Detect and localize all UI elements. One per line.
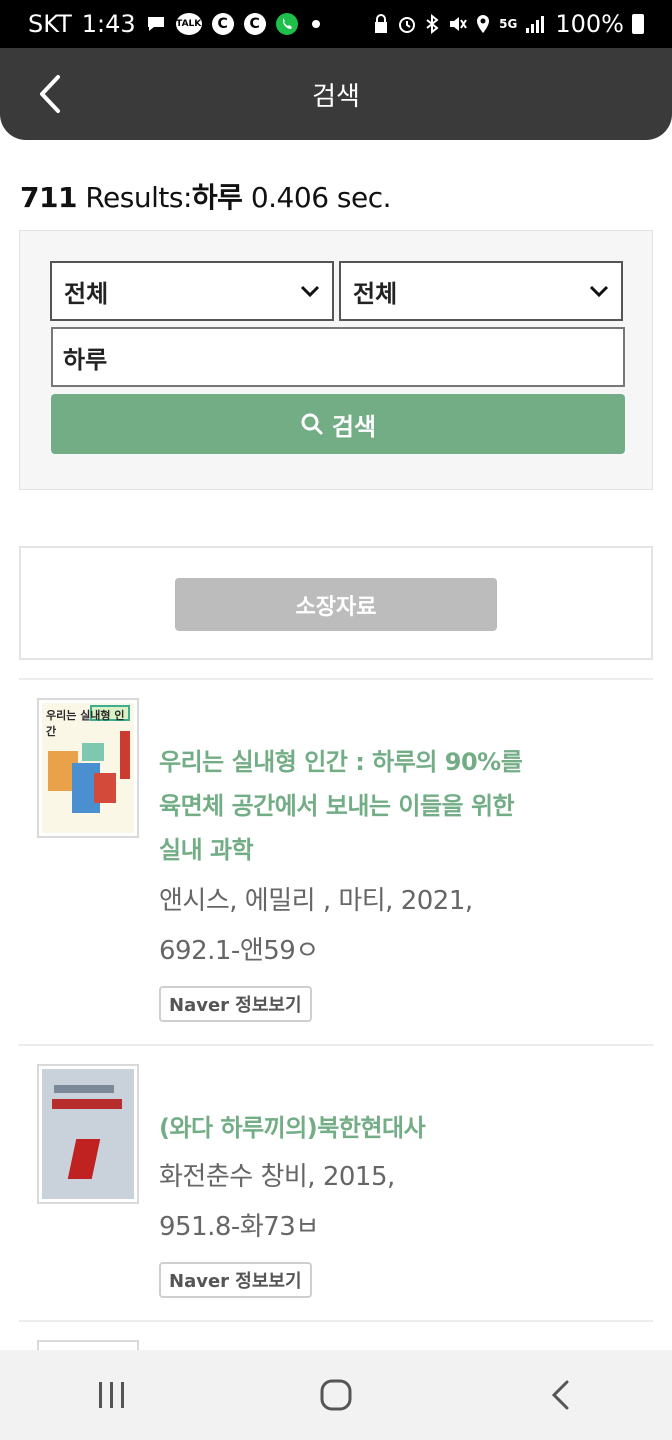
search-button[interactable]: 검색 [51,394,625,454]
home-button[interactable] [286,1355,386,1435]
page-title: 검색 [312,81,360,112]
book-author-line: 화전춘수 창비, 2015, [159,1162,395,1192]
location-icon [475,14,491,34]
more-notifications-icon [311,20,320,28]
search-button-label: 검색 [331,412,377,441]
book-author-line: 앤시스, 에밀리 , 마티, 2021, [159,886,473,916]
book-cover[interactable]: 우리는 실내형 인간 [37,698,139,838]
book-title-line: (와다 하루끼의)북한현대사 [159,1114,426,1142]
search-icon [301,413,323,435]
naver-info-button[interactable]: Naver 정보보기 [159,1262,312,1298]
book-title-line: 실내 과학 [159,836,254,864]
category-select-value: 전체 [64,279,109,308]
signal-icon [525,14,547,34]
bluetooth-icon [425,14,439,34]
battery-icon [632,14,644,34]
battery-percent: 100% [555,10,624,38]
result-count: 711 [20,181,77,214]
collection-button[interactable]: 소장자료 [175,578,497,631]
phone-call-icon [275,13,298,35]
book-cover-image: 우리는 실내형 인간 [42,703,134,833]
result-item[interactable]: 우리는 실내형 인간 우리는 실내형 인간 : 하루의 90%를 육면체 공간에… [19,680,653,1044]
query-text: 하루 [191,181,243,214]
chevron-left-icon [40,75,60,113]
book-callnumber: 951.8-화73ㅂ [159,1212,319,1242]
recent-apps-icon [99,1382,124,1408]
back-icon [551,1380,569,1410]
search-time: 0.406 sec. [250,181,392,214]
book-title-line: 우리는 실내형 인간 : 하루의 90%를 [159,748,523,776]
field-select[interactable]: 전체 [339,261,623,321]
book-title-link[interactable]: (와다 하루끼의)북한현대사 [159,1106,579,1150]
clock: 1:43 [81,10,136,38]
lock-icon [373,14,389,34]
book-meta: 앤시스, 에밀리 , 마티, 2021, 692.1-앤59ㅇ [159,876,619,976]
chevron-down-icon [589,285,609,298]
c-app-icon: C [211,13,234,35]
search-panel: 전체 전체 검색 [19,230,653,490]
book-title-line: 육면체 공간에서 보내는 이들을 위한 [159,792,515,820]
collection-filter-panel: 소장자료 [19,546,653,660]
book-title-link[interactable]: 우리는 실내형 인간 : 하루의 90%를 육면체 공간에서 보내는 이들을 위… [159,740,579,872]
book-cover-image [42,1069,134,1199]
carrier-label: SKT [28,10,72,38]
system-back-button[interactable] [510,1355,610,1435]
divider [19,1320,653,1322]
back-button[interactable] [30,70,70,118]
book-meta: 화전춘수 창비, 2015, 951.8-화73ㅂ [159,1152,619,1252]
chevron-down-icon [300,285,320,298]
talk-icon: TALK [175,13,202,35]
search-input[interactable] [51,327,625,387]
naver-info-button[interactable]: Naver 정보보기 [159,986,312,1022]
status-bar: SKT 1:43 TALK C C 5G 100% [0,0,672,48]
message-icon [146,15,166,33]
field-select-value: 전체 [353,279,398,308]
app-header: 검색 [0,48,672,140]
book-callnumber: 692.1-앤59ㅇ [159,936,319,966]
system-nav-bar [0,1350,672,1440]
result-item[interactable]: (와다 하루끼의)북한현대사 화전춘수 창비, 2015, 951.8-화73ㅂ… [19,1046,653,1320]
category-select[interactable]: 전체 [50,261,334,321]
c-app-icon: C [243,13,266,35]
network-type-icon: 5G [499,17,518,31]
book-cover[interactable] [37,1064,139,1204]
alarm-icon [397,14,417,34]
mute-icon [447,14,468,34]
home-icon [320,1379,352,1411]
results-label: Results: [85,181,192,214]
recent-apps-button[interactable] [62,1355,162,1435]
result-summary: 711 Results:하루 0.406 sec. [20,176,392,216]
